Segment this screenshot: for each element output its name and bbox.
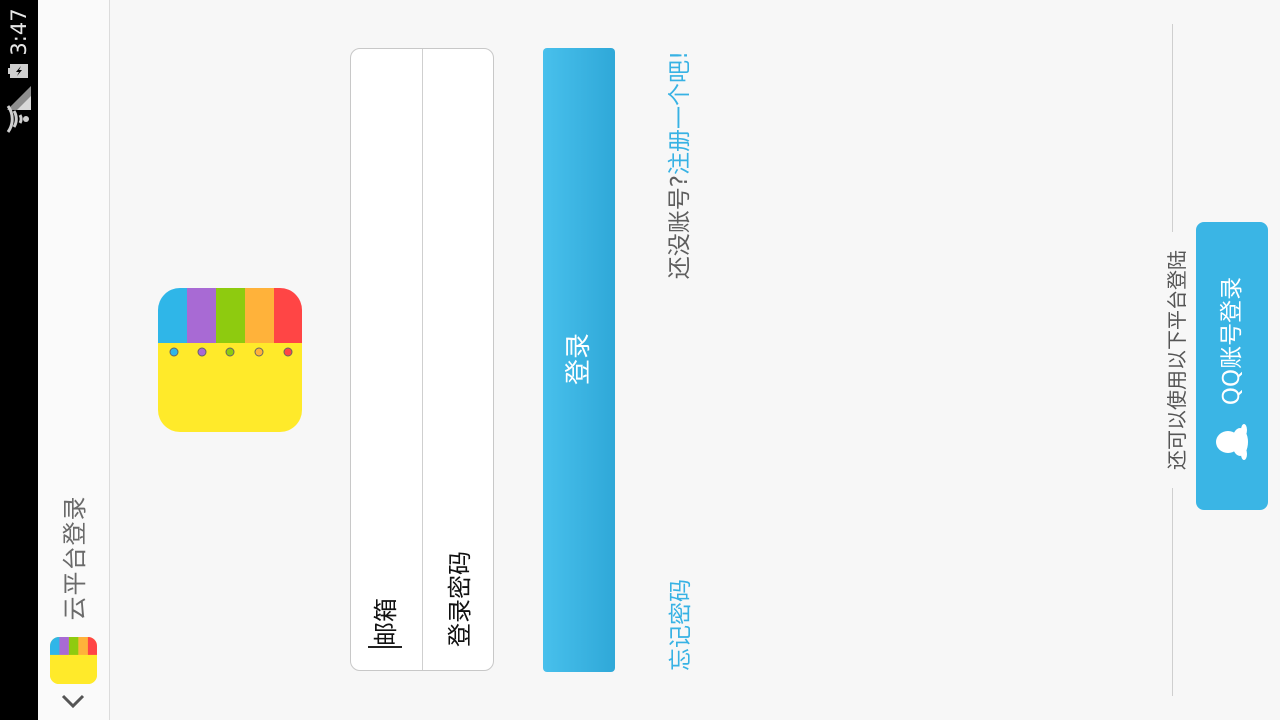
chevron-down-icon[interactable] xyxy=(60,690,86,712)
app-logo-small-icon[interactable] xyxy=(50,637,97,684)
password-field-label: 登录密码 xyxy=(446,551,474,647)
qq-login-label: QQ账号登录 xyxy=(1219,276,1245,406)
register-prefix-text: 还没账号? xyxy=(667,175,693,280)
battery-charging-icon xyxy=(8,64,28,78)
forgot-password-link[interactable]: 忘记密码 xyxy=(666,575,696,675)
other-platform-label: 还可以使用以下平台登陆 xyxy=(1163,232,1191,488)
register-action-text[interactable]: 注册一个吧! xyxy=(667,51,693,175)
app-logo-icon xyxy=(158,288,302,432)
wifi-icon xyxy=(6,105,29,133)
status-bar: 3:47 xyxy=(0,0,38,720)
register-link[interactable]: 还没账号?注册一个吧! xyxy=(665,25,695,305)
text-cursor xyxy=(368,646,402,648)
email-field-label: 邮箱 xyxy=(372,598,400,646)
login-button-label: 登录 xyxy=(564,333,594,386)
action-bar-title: 云平台登录 xyxy=(61,495,89,621)
qq-penguin-icon xyxy=(1216,424,1248,460)
